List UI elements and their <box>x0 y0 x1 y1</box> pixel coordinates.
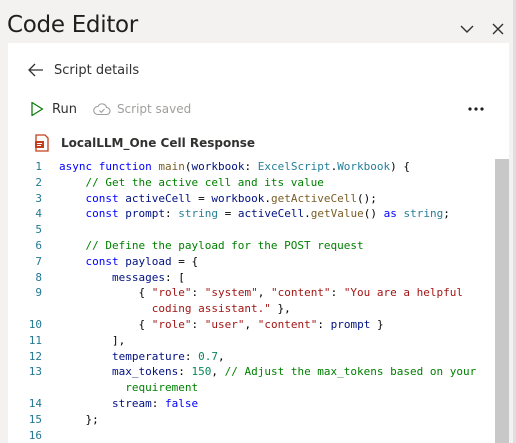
line-number: 3 <box>35 191 42 205</box>
code-line: { "role": "user", "content": prompt } <box>59 317 384 331</box>
line-number: 11 <box>28 333 42 347</box>
arrow-left-icon <box>28 63 43 77</box>
saved-label: Script saved <box>116 102 192 116</box>
code-line: { "role": "system", "content": "You are … <box>59 286 464 300</box>
code-line: const payload = { <box>59 254 199 268</box>
line-number: 8 <box>35 270 42 284</box>
line-number: 14 <box>28 396 42 410</box>
code-line: max_tokens: 150, // Adjust the max_token… <box>59 365 477 379</box>
close-button[interactable] <box>487 18 509 40</box>
code-line: ], <box>59 333 126 347</box>
collapse-button[interactable] <box>456 18 478 40</box>
run-label: Run <box>52 101 77 117</box>
code-line: }; <box>59 412 99 426</box>
cloud-check-icon <box>93 103 111 116</box>
save-status: Script saved <box>93 102 191 116</box>
back-to-script-details[interactable]: Script details <box>28 59 139 81</box>
line-number: 16 <box>28 428 42 442</box>
vertical-scrollbar[interactable] <box>495 159 509 443</box>
more-icon <box>468 107 484 111</box>
script-file-name: LocalLLM_One Cell Response <box>61 136 256 150</box>
line-number: 7 <box>35 254 42 268</box>
line-number: 2 <box>35 175 42 189</box>
run-button[interactable]: Run <box>30 101 77 117</box>
code-line: const activeCell = workbook.getActiveCel… <box>59 191 377 205</box>
line-number: 15 <box>28 412 42 426</box>
code-line: async function main(workbook: ExcelScrip… <box>59 160 411 173</box>
more-options-button[interactable] <box>465 99 487 119</box>
close-icon <box>492 23 504 35</box>
code-line: const prompt: string = activeCell.getVal… <box>59 207 450 221</box>
code-line: // Get the active cell and its value <box>59 175 324 189</box>
code-line: // Define the payload for the POST reque… <box>59 238 364 252</box>
script-file-icon <box>35 134 49 152</box>
action-bar: Run Script saved <box>30 99 490 119</box>
code-line: requirement <box>59 381 199 395</box>
pane-title: Code Editor <box>7 12 138 38</box>
line-number: 10 <box>28 317 42 331</box>
chevron-down-icon <box>460 25 474 33</box>
code-line: coding assistant." }, <box>59 302 291 316</box>
code-line: stream: false <box>59 396 199 410</box>
line-number: 6 <box>35 238 42 252</box>
line-number <box>8 380 48 396</box>
back-label: Script details <box>54 62 140 78</box>
line-number: 9 <box>35 286 42 300</box>
code-line: temperature: 0.7, <box>59 349 225 363</box>
script-file: LocalLLM_One Cell Response <box>34 133 255 153</box>
code-line: messages: [ <box>59 270 185 284</box>
script-card: Script details Run Script saved LocalLLM… <box>8 43 509 443</box>
code-area[interactable]: 1 2 3 4 5 6 7 8 9 10 11 12 13 14 15 16 async function m… <box>8 159 509 443</box>
play-icon <box>31 101 44 117</box>
line-number: 4 <box>35 207 42 221</box>
code-editor-pane: Code Editor Script details Run Script sa… <box>0 0 516 443</box>
line-number <box>8 301 48 317</box>
code-text[interactable]: async function main(workbook: ExcelScrip… <box>59 159 494 443</box>
line-number: 13 <box>28 365 42 379</box>
line-number-gutter: 1 2 3 4 5 6 7 8 9 10 11 12 13 14 15 16 <box>8 159 48 443</box>
line-number: 1 <box>35 160 42 173</box>
line-number: 12 <box>28 349 42 363</box>
line-number: 5 <box>35 223 42 237</box>
